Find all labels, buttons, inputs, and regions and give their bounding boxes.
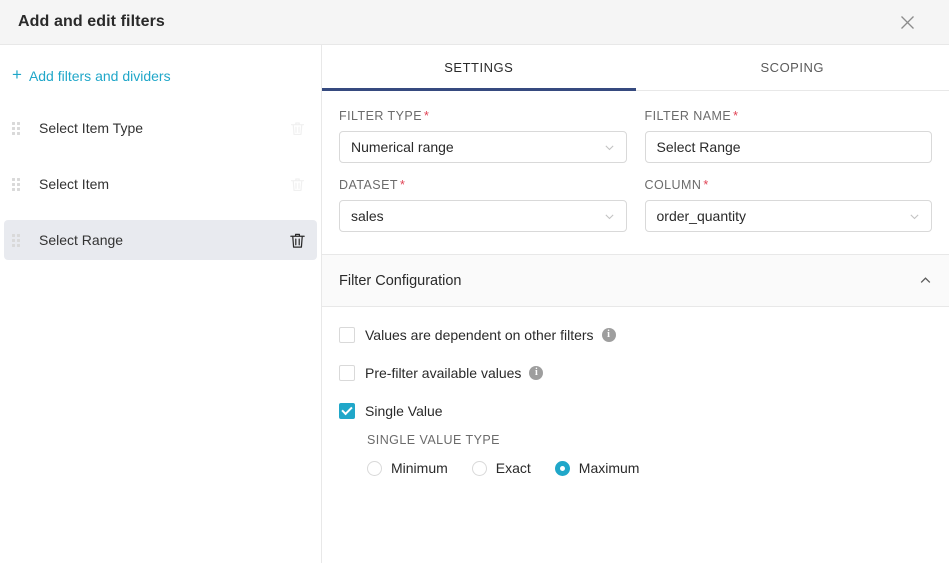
single-value-option: Single Value — [339, 403, 932, 419]
filter-configuration-body: Values are dependent on other filters i … — [322, 307, 949, 476]
required-marker: * — [423, 109, 430, 123]
sidebar-item-select-item-type[interactable]: Select Item Type — [4, 108, 317, 148]
info-icon[interactable]: i — [601, 328, 616, 342]
chevron-up-icon — [919, 274, 932, 287]
trash-icon[interactable] — [285, 228, 309, 252]
drag-handle-icon[interactable] — [4, 233, 28, 247]
column-label: COLUMN * — [644, 178, 709, 192]
pre-filter-checkbox[interactable] — [339, 365, 355, 381]
column-select[interactable]: order_quantity — [644, 200, 932, 232]
dataset-select[interactable]: sales — [339, 200, 627, 232]
filter-configuration-panel: Filter Configuration Values are dependen… — [322, 254, 949, 476]
single-value-checkbox[interactable] — [339, 403, 355, 419]
column-field: COLUMN * order_quantity — [644, 178, 932, 232]
drag-handle-icon[interactable] — [4, 177, 28, 191]
values-dependent-option: Values are dependent on other filters i — [339, 327, 932, 343]
trash-icon[interactable] — [285, 172, 309, 196]
dataset-field: DATASET * sales — [339, 178, 627, 232]
filter-editor-panel: SETTINGS SCOPING FILTER TYPE * Numerical … — [322, 45, 949, 563]
radio-exact-label: Exact — [495, 460, 531, 476]
add-edit-filters-modal: Add and edit filters + Add filters and d… — [0, 0, 949, 563]
chevron-down-icon — [604, 142, 615, 153]
radio-minimum-control[interactable] — [367, 460, 382, 476]
radio-exact-control[interactable] — [471, 460, 487, 476]
add-filters-label: Add filters and dividers — [28, 67, 171, 84]
drag-handle-icon[interactable] — [4, 121, 28, 135]
chevron-down-icon — [909, 211, 920, 222]
tab-label: SETTINGS — [444, 60, 514, 75]
single-value-type-label: SINGLE VALUE TYPE — [367, 433, 500, 447]
filter-name-value: Select Range — [656, 139, 741, 155]
plus-icon: + — [12, 65, 22, 84]
radio-maximum-control[interactable] — [554, 460, 570, 476]
settings-form: FILTER TYPE * Numerical range FILTER NAME… — [322, 91, 949, 247]
filter-configuration-header[interactable]: Filter Configuration — [322, 255, 949, 307]
single-value-type-section: SINGLE VALUE TYPE Minimum Exact Maximum — [367, 433, 932, 476]
dataset-label: DATASET * — [339, 178, 406, 192]
pre-filter-option: Pre-filter available values i — [339, 365, 932, 381]
close-icon[interactable] — [891, 6, 923, 38]
sidebar-item-select-item[interactable]: Select Item — [4, 164, 317, 204]
filter-name-input[interactable]: Select Range — [644, 131, 932, 163]
form-row-dataset-column: DATASET * sales COLUMN * order_quantity — [339, 178, 932, 232]
dataset-value: sales — [351, 208, 384, 224]
tab-label: SCOPING — [760, 60, 824, 75]
list-item-label: Select Item Type — [39, 120, 144, 136]
radio-minimum-label: Minimum — [391, 460, 448, 476]
page-title: Add and edit filters — [18, 13, 165, 30]
column-value: order_quantity — [656, 208, 747, 224]
sidebar-item-select-range[interactable]: Select Range — [4, 220, 317, 260]
values-dependent-checkbox[interactable] — [339, 327, 355, 343]
filter-name-field: FILTER NAME * Select Range — [644, 109, 932, 163]
radio-maximum-label: Maximum — [578, 460, 640, 476]
list-item-label: Select Range — [39, 232, 124, 248]
chevron-down-icon — [604, 211, 615, 222]
filter-type-field: FILTER TYPE * Numerical range — [339, 109, 627, 163]
single-value-label: Single Value — [365, 403, 443, 419]
required-marker: * — [733, 109, 739, 123]
radio-minimum[interactable]: Minimum — [367, 460, 448, 476]
filter-type-value: Numerical range — [351, 139, 454, 155]
add-filters-and-dividers-button[interactable]: + Add filters and dividers — [0, 59, 321, 92]
tab-bar: SETTINGS SCOPING — [322, 45, 949, 91]
modal-body: + Add filters and dividers Select Item T… — [0, 45, 949, 563]
required-marker: * — [399, 178, 406, 192]
radio-exact[interactable]: Exact — [471, 460, 531, 476]
required-marker: * — [703, 178, 709, 192]
trash-icon[interactable] — [285, 116, 309, 140]
list-item-label: Select Item — [39, 176, 110, 192]
filters-sidebar: + Add filters and dividers Select Item T… — [0, 45, 322, 563]
info-icon[interactable]: i — [529, 366, 544, 380]
tab-settings[interactable]: SETTINGS — [322, 45, 636, 91]
pre-filter-label: Pre-filter available values — [365, 365, 522, 381]
filter-name-label: FILTER NAME * — [644, 109, 739, 123]
filter-list: Select Item Type Select Item Select Rang… — [0, 108, 321, 260]
values-dependent-label: Values are dependent on other filters — [365, 327, 594, 343]
radio-maximum[interactable]: Maximum — [554, 460, 640, 476]
filter-type-select[interactable]: Numerical range — [339, 131, 627, 163]
single-value-type-radio-group: Minimum Exact Maximum — [367, 460, 932, 476]
modal-header: Add and edit filters — [0, 0, 949, 45]
filter-configuration-title: Filter Configuration — [339, 272, 462, 289]
form-row-type-name: FILTER TYPE * Numerical range FILTER NAME… — [339, 109, 932, 163]
tab-scoping[interactable]: SCOPING — [636, 45, 949, 90]
filter-type-label: FILTER TYPE * — [339, 109, 430, 123]
